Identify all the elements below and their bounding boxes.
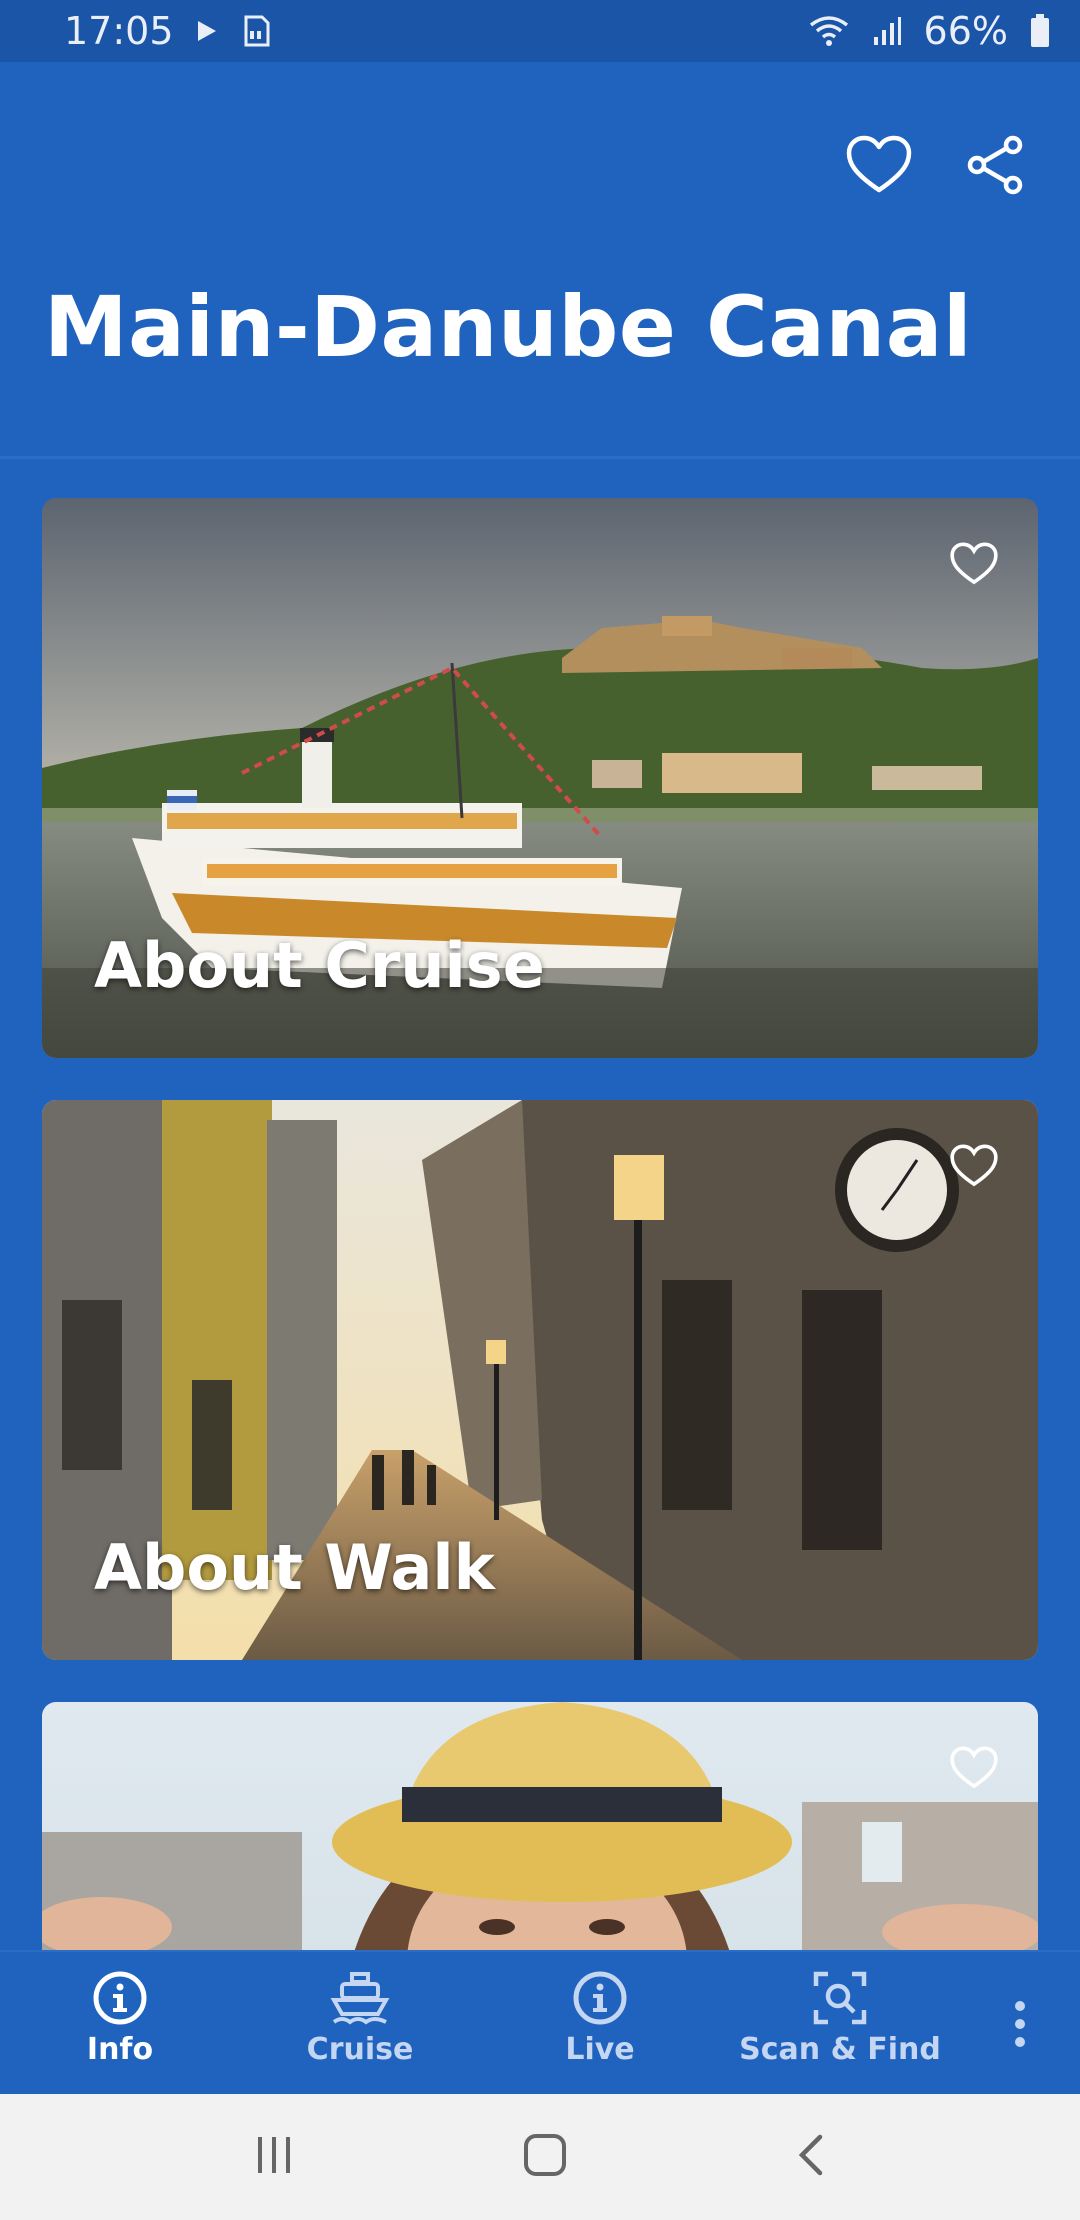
battery-icon [1030, 14, 1050, 48]
favorite-button[interactable] [846, 132, 912, 198]
recents-icon [258, 2137, 291, 2173]
signal-icon [872, 15, 902, 47]
nav-label-scan-find: Scan & Find [739, 2032, 941, 2067]
recents-button[interactable] [254, 2135, 294, 2179]
status-bar: 17:05 66% [0, 0, 1080, 62]
nav-label-cruise: Cruise [306, 2032, 414, 2067]
info-icon [573, 1971, 627, 2025]
card-favorite-button[interactable] [950, 1144, 998, 1192]
heart-outline-icon [846, 135, 912, 193]
heart-outline-icon [950, 1746, 998, 1789]
card-about-cruise[interactable]: About Cruise [42, 498, 1038, 1058]
woman-in-hat-image [42, 1702, 1038, 1950]
ship-icon [330, 1972, 390, 2025]
back-icon [798, 2134, 822, 2176]
card-title: About Walk [94, 1531, 495, 1604]
bottom-navigation: Info Cruise Live Scan & Find [0, 1950, 1080, 2096]
card-favorite-button[interactable] [950, 1746, 998, 1794]
nav-label-live: Live [565, 2032, 635, 2067]
status-time: 17:05 [64, 9, 174, 53]
app-bar: Main-Danube Canal [0, 62, 1080, 456]
card-list: About Cruise About Walk [42, 498, 1038, 1950]
sd-card-icon [240, 15, 270, 47]
info-icon [93, 1971, 147, 2025]
battery-text: 66% [923, 9, 1008, 53]
app-bar-actions [846, 132, 1028, 198]
play-icon [196, 19, 218, 43]
back-button[interactable] [796, 2133, 826, 2181]
nav-item-info[interactable]: Info [0, 1952, 240, 2096]
share-icon [967, 135, 1023, 195]
nav-item-scan-find[interactable]: Scan & Find [720, 1952, 960, 2096]
nav-label-info: Info [86, 2032, 154, 2067]
nav-item-live[interactable]: Live [480, 1952, 720, 2096]
heart-outline-icon [950, 542, 998, 585]
home-icon [523, 2134, 566, 2176]
more-button[interactable] [960, 1952, 1080, 2096]
more-vertical-icon [1015, 2001, 1025, 2047]
app-bar-divider [0, 456, 1080, 459]
page-title: Main-Danube Canal [44, 278, 973, 376]
card-favorite-button[interactable] [950, 542, 998, 590]
home-button[interactable] [523, 2133, 567, 2181]
share-button[interactable] [962, 132, 1028, 198]
scan-search-icon [813, 1971, 867, 2025]
wifi-icon [808, 15, 850, 47]
card-third[interactable] [42, 1702, 1038, 1950]
card-title: About Cruise [94, 929, 545, 1002]
nav-item-cruise[interactable]: Cruise [240, 1952, 480, 2096]
system-navigation-bar [0, 2094, 1080, 2220]
card-about-walk[interactable]: About Walk [42, 1100, 1038, 1660]
heart-outline-icon [950, 1144, 998, 1187]
